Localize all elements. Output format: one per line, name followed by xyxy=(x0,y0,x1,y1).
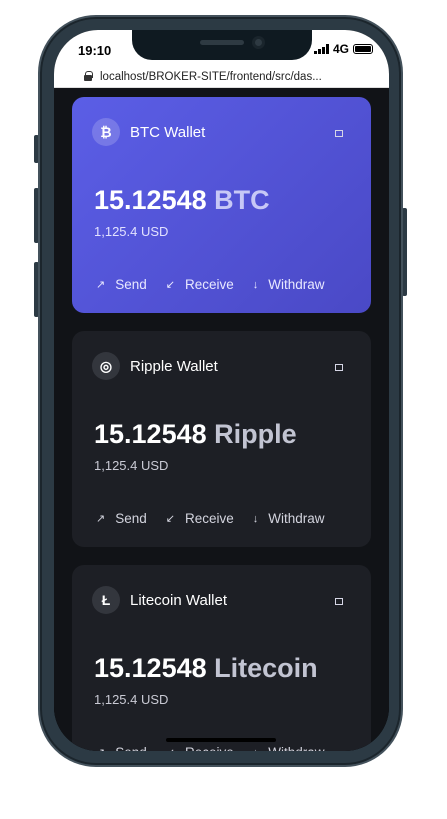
status-indicators: 4G xyxy=(313,42,373,56)
address-bar[interactable]: localhost/BROKER-SITE/frontend/src/das..… xyxy=(54,66,389,88)
arrow-down-icon: ↓ xyxy=(253,747,259,752)
receive-button[interactable]: ↙Receive xyxy=(166,745,234,751)
arrow-up-right-icon: ↗ xyxy=(96,513,106,525)
status-bar: 19:10 4G xyxy=(54,30,389,66)
wallet-card-ripple[interactable]: ◎ Ripple Wallet 15.12548 Ripple 1,125.4 … xyxy=(72,331,371,547)
speaker xyxy=(200,40,244,45)
wallet-card-litecoin[interactable]: Ł Litecoin Wallet 15.12548 Litecoin 1,12… xyxy=(72,565,371,751)
arrow-down-left-icon: ↙ xyxy=(166,746,175,751)
wallet-balance: 15.12548 Litecoin xyxy=(94,653,318,683)
signal-icon xyxy=(313,44,329,54)
litecoin-icon: Ł xyxy=(92,586,120,614)
wallet-actions: ↗Send ↙Receive ↓Withdraw xyxy=(96,511,344,526)
send-button[interactable]: ↗Send xyxy=(96,745,147,751)
wallet-name: BTC Wallet xyxy=(130,124,206,141)
status-time: 19:10 xyxy=(78,43,112,58)
lock-icon xyxy=(84,71,93,81)
receive-button[interactable]: ↙Receive xyxy=(166,277,234,292)
wallet-unit: BTC xyxy=(214,185,270,215)
url-text: localhost/BROKER-SITE/frontend/src/das..… xyxy=(100,70,322,83)
wallet-usd-value: 1,125.4 USD xyxy=(94,224,169,239)
withdraw-button[interactable]: ↓Withdraw xyxy=(253,745,325,751)
ripple-icon: ◎ xyxy=(92,352,120,380)
receive-button[interactable]: ↙Receive xyxy=(166,511,234,526)
wallet-list: ₿ BTC Wallet 15.12548 BTC 1,125.4 USD ↗ S… xyxy=(54,88,389,751)
arrow-down-icon: ↓ xyxy=(252,278,259,291)
wallet-name: Litecoin Wallet xyxy=(130,592,227,609)
send-button[interactable]: ↗Send xyxy=(96,277,147,292)
wallet-usd-value: 1,125.4 USD xyxy=(94,458,169,473)
arrow-up-right-icon: ↗ xyxy=(96,279,106,291)
arrow-up-right-icon: ↗ xyxy=(96,746,105,751)
wallet-balance: 15.12548 Ripple xyxy=(94,419,297,449)
card-menu-icon[interactable] xyxy=(335,364,343,371)
camera xyxy=(252,36,265,49)
wallet-balance: 15.12548 BTC xyxy=(94,185,270,215)
wallet-actions: ↗Send ↙Receive ↓Withdraw xyxy=(96,277,344,292)
card-menu-icon[interactable] xyxy=(335,130,343,137)
wallet-unit: Ripple xyxy=(214,419,297,449)
wallet-actions: ↗Send ↙Receive ↓Withdraw xyxy=(96,745,344,751)
home-indicator xyxy=(166,738,276,742)
battery-icon xyxy=(353,44,373,54)
arrow-down-icon: ↓ xyxy=(252,512,259,525)
arrow-down-left-icon: ↙ xyxy=(165,513,175,525)
wallet-unit: Litecoin xyxy=(214,653,318,683)
wallet-name: Ripple Wallet xyxy=(130,358,218,375)
notch xyxy=(132,30,312,60)
withdraw-button[interactable]: ↓Withdraw xyxy=(253,511,325,526)
send-button[interactable]: ↗Send xyxy=(96,511,147,526)
arrow-down-left-icon: ↙ xyxy=(165,279,175,291)
network-label: 4G xyxy=(332,42,349,56)
wallet-usd-value: 1,125.4 USD xyxy=(94,692,169,707)
card-menu-icon[interactable] xyxy=(335,598,343,605)
bitcoin-icon: ₿ xyxy=(92,118,120,146)
wallet-card-btc[interactable]: ₿ BTC Wallet 15.12548 BTC 1,125.4 USD ↗ S… xyxy=(72,97,371,313)
withdraw-button[interactable]: ↓Withdraw xyxy=(253,277,325,292)
phone-screen: 19:10 4G localhost/BROKER-SITE/frontend/… xyxy=(54,30,389,751)
